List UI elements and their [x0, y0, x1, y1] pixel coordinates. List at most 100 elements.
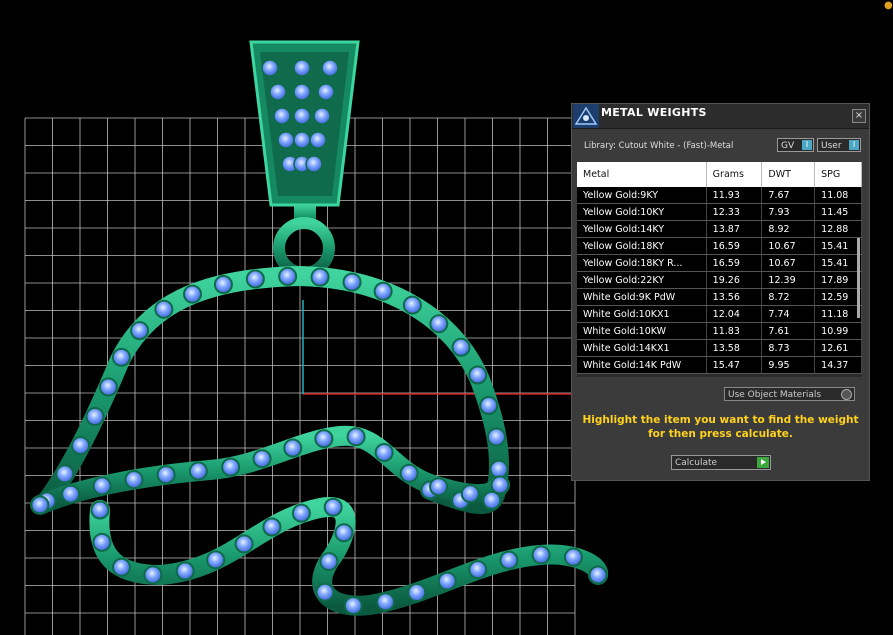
stone-icon: [55, 464, 75, 484]
stone-icon: [291, 503, 311, 523]
table-row[interactable]: Yellow Gold:18KY 16.59 10.67 15.41: [577, 237, 862, 255]
calculate-button[interactable]: Calculate: [671, 455, 771, 470]
pendant-wave-lower: [89, 497, 608, 616]
stone-icon: [315, 582, 335, 602]
stone-icon: [323, 497, 343, 517]
stone-icon: [499, 550, 519, 570]
cell-spg: 15.41: [814, 237, 862, 255]
stone-icon: [399, 463, 419, 483]
table-row[interactable]: Yellow Gold:18KY R... 16.59 10.67 15.41: [577, 254, 862, 272]
instruction-line-1: Highlight the item you want to find the …: [582, 414, 859, 426]
stone-icon: [293, 131, 311, 149]
cell-grams: 13.58: [706, 339, 763, 357]
stone-icon: [175, 561, 195, 581]
stone-icon: [182, 284, 202, 304]
stone-icon: [310, 267, 330, 287]
cell-dwt: 9.95: [761, 356, 816, 374]
stone-icon: [343, 596, 363, 616]
cell-dwt: 7.74: [761, 305, 816, 323]
cell-grams: 12.04: [706, 305, 763, 323]
stone-icon: [269, 83, 287, 101]
cell-grams: 16.59: [706, 237, 763, 255]
table-row[interactable]: White Gold:10KX1 12.04 7.74 11.18: [577, 305, 862, 323]
stone-icon: [451, 337, 471, 357]
cell-metal: White Gold:14K PdW: [577, 356, 707, 374]
stone-icon: [374, 443, 394, 463]
table-row[interactable]: Yellow Gold:14KY 13.87 8.92 12.88: [577, 220, 862, 238]
table-row[interactable]: White Gold:14K PdW 15.47 9.95 14.37: [577, 356, 862, 374]
header-grams[interactable]: Grams: [706, 162, 763, 187]
cell-spg: 15.41: [814, 254, 862, 272]
stone-icon: [293, 59, 311, 77]
stone-icon: [143, 565, 163, 585]
stone-icon: [482, 490, 502, 510]
header-spg[interactable]: SPG: [814, 162, 862, 187]
stone-icon: [531, 545, 551, 565]
panel-titlebar[interactable]: METAL WEIGHTS ×: [572, 104, 869, 129]
stone-icon: [90, 500, 110, 520]
use-object-materials-option[interactable]: Use Object Materials: [724, 387, 855, 401]
table-row[interactable]: White Gold:14KX1 13.58 8.73 12.61: [577, 339, 862, 357]
stone-icon: [130, 321, 150, 341]
cell-spg: 11.45: [814, 203, 862, 221]
user-toggle-knob: I: [849, 140, 859, 150]
stone-icon: [278, 266, 298, 286]
stone-icon: [188, 461, 208, 481]
cell-spg: 11.08: [814, 187, 862, 204]
stone-icon: [283, 438, 303, 458]
cell-metal: Yellow Gold:14KY: [577, 220, 707, 238]
stone-icon: [342, 272, 362, 292]
gv-label: GV: [781, 141, 795, 151]
cell-grams: 15.47: [706, 356, 763, 374]
header-metal[interactable]: Metal: [577, 162, 707, 187]
cell-dwt: 10.67: [761, 254, 816, 272]
table-vertical-scrollbar[interactable]: [857, 238, 860, 318]
stone-icon: [154, 299, 174, 319]
stone-icon: [314, 429, 334, 449]
stone-icon: [277, 131, 295, 149]
stone-icon: [234, 534, 254, 554]
gv-toggle[interactable]: GV I: [777, 138, 814, 152]
stone-icon: [313, 107, 331, 125]
stone-icon: [468, 365, 488, 385]
header-dwt[interactable]: DWT: [761, 162, 816, 187]
table-row[interactable]: White Gold:10KW 11.83 7.61 10.99: [577, 322, 862, 340]
cell-dwt: 7.93: [761, 203, 816, 221]
cell-grams: 11.83: [706, 322, 763, 340]
stone-icon: [489, 459, 509, 479]
stone-icon: [309, 131, 327, 149]
stone-icon: [206, 550, 226, 570]
stone-icon: [92, 532, 112, 552]
corner-indicator-icon: ●: [884, 0, 893, 11]
close-icon[interactable]: ×: [852, 109, 866, 123]
stone-icon: [124, 470, 144, 490]
cell-metal: Yellow Gold:22KY: [577, 271, 707, 289]
user-toggle[interactable]: User I: [817, 138, 861, 152]
panel-title: METAL WEIGHTS: [601, 106, 707, 119]
cell-dwt: 8.72: [761, 288, 816, 306]
stone-icon: [261, 59, 279, 77]
cell-metal: Yellow Gold:18KY: [577, 237, 707, 255]
table-row[interactable]: Yellow Gold:10KY 12.33 7.93 11.45: [577, 203, 862, 221]
metal-table[interactable]: Metal Grams DWT SPG Yellow Gold:9KY 11.93…: [577, 162, 862, 377]
stone-icon: [588, 565, 608, 585]
stone-icon: [245, 269, 265, 289]
stone-icon: [293, 107, 311, 125]
table-row[interactable]: Yellow Gold:22KY 19.26 12.39 17.89: [577, 271, 862, 289]
table-row[interactable]: Yellow Gold:9KY 11.93 7.67 11.08: [577, 187, 862, 204]
radio-icon[interactable]: [841, 389, 852, 400]
stone-icon: [490, 475, 510, 495]
cell-metal: White Gold:10KW: [577, 322, 707, 340]
cell-metal: White Gold:14KX1: [577, 339, 707, 357]
table-row[interactable]: White Gold:9K PdW 13.56 8.72 12.59: [577, 288, 862, 306]
table-header-row: Metal Grams DWT SPG: [577, 162, 862, 187]
cell-dwt: 7.61: [761, 322, 816, 340]
stone-icon: [334, 523, 354, 543]
cell-spg: 10.99: [814, 322, 862, 340]
stone-icon: [262, 517, 282, 537]
cell-grams: 12.33: [706, 203, 763, 221]
stone-icon: [321, 59, 339, 77]
cell-metal: Yellow Gold:9KY: [577, 187, 707, 204]
gv-toggle-knob: I: [802, 140, 812, 150]
stone-icon: [305, 155, 323, 173]
